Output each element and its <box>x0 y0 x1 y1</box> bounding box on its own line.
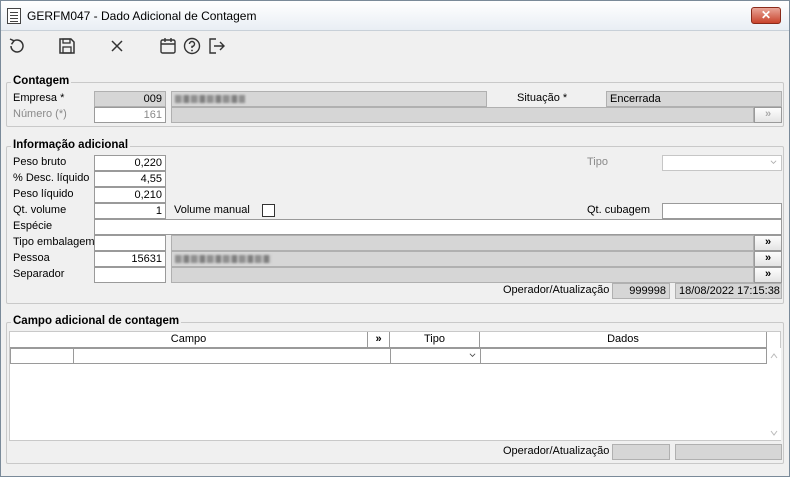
separador-label: Separador <box>13 268 65 280</box>
campo-grid[interactable]: Campo » Tipo Dados <box>9 331 781 441</box>
especie-field[interactable] <box>94 219 782 235</box>
tipo-embalagem-lookup-button[interactable]: » <box>754 235 782 251</box>
grid-row-tipo-select[interactable] <box>390 348 481 364</box>
chevron-down-icon <box>469 353 476 357</box>
grid-header-dados[interactable]: Dados <box>480 332 767 348</box>
qt-cubagem-field[interactable] <box>662 203 782 219</box>
calendar-icon[interactable] <box>158 36 178 56</box>
title-bar: GERFM047 - Dado Adicional de Contagem ✕ <box>1 1 789 31</box>
operador-field: 999998 <box>612 283 670 299</box>
numero-label: Número (*) <box>13 108 67 120</box>
grid-header-lookup-button[interactable]: » <box>368 332 390 348</box>
peso-bruto-field[interactable]: 0,220 <box>94 155 166 171</box>
pessoa-code-field[interactable]: 15631 <box>94 251 166 267</box>
app-icon <box>7 8 21 24</box>
tipo-select[interactable] <box>662 155 782 171</box>
campo-operador-field <box>612 444 670 460</box>
grid-scrollbar[interactable] <box>767 348 781 440</box>
peso-liquido-field[interactable]: 0,210 <box>94 187 166 203</box>
numero-description-field <box>171 107 754 123</box>
pessoa-label: Pessoa <box>13 252 50 264</box>
exit-icon[interactable] <box>207 36 227 56</box>
tipo-embalagem-label: Tipo embalagem <box>13 236 95 248</box>
grid-header-campo[interactable]: Campo <box>10 332 368 348</box>
separador-name-field <box>171 267 754 283</box>
separador-lookup-button[interactable]: » <box>754 267 782 283</box>
contagem-title: Contagem <box>11 75 72 87</box>
volume-manual-checkbox[interactable] <box>262 204 275 217</box>
atualizacao-field: 18/08/2022 17:15:38 <box>675 283 782 299</box>
info-title: Informação adicional <box>11 139 131 151</box>
pessoa-name-field <box>171 251 754 267</box>
desc-liquido-field[interactable]: 4,55 <box>94 171 166 187</box>
desc-liquido-label: % Desc. líquido <box>13 172 90 184</box>
window-title: GERFM047 - Dado Adicional de Contagem <box>27 9 257 23</box>
empresa-code-field[interactable]: 009 <box>94 91 166 107</box>
empresa-label: Empresa * <box>13 92 65 104</box>
qt-cubagem-label: Qt. cubagem <box>587 204 650 216</box>
peso-bruto-label: Peso bruto <box>13 156 67 168</box>
grid-header-tipo[interactable]: Tipo <box>390 332 480 348</box>
help-icon[interactable] <box>182 36 202 56</box>
scroll-down-icon[interactable] <box>770 430 778 436</box>
tipo-label: Tipo <box>587 156 608 168</box>
volume-manual-label: Volume manual <box>174 204 250 216</box>
tipo-embalagem-code-field[interactable] <box>94 235 166 251</box>
qt-volume-field[interactable]: 1 <box>94 203 166 219</box>
numero-field[interactable]: 161 <box>94 107 166 123</box>
close-button[interactable]: ✕ <box>751 7 781 24</box>
peso-liquido-label: Peso líquido <box>13 188 74 200</box>
grid-row-code-cell[interactable] <box>10 348 74 364</box>
chevron-down-icon <box>770 160 777 164</box>
situacao-field: Encerrada <box>606 91 782 107</box>
main-window: GERFM047 - Dado Adicional de Contagem ✕ … <box>0 0 790 477</box>
campo-atualizacao-field <box>675 444 782 460</box>
cancel-icon[interactable] <box>107 36 127 56</box>
scroll-up-icon[interactable] <box>770 353 778 359</box>
tipo-embalagem-description-field <box>171 235 754 251</box>
refresh-icon[interactable] <box>7 36 27 56</box>
campo-title: Campo adicional de contagem <box>11 315 182 327</box>
campo-operador-label: Operador/Atualização <box>503 445 610 457</box>
empresa-name-field <box>171 91 487 107</box>
numero-lookup-button[interactable]: » <box>754 107 782 123</box>
toolbar <box>1 31 789 61</box>
grid-row-dados-cell[interactable] <box>480 348 767 364</box>
separador-code-field[interactable] <box>94 267 166 283</box>
grid-row-campo-cell[interactable] <box>73 348 391 364</box>
especie-label: Espécie <box>13 220 53 232</box>
pessoa-lookup-button[interactable]: » <box>754 251 782 267</box>
save-icon[interactable] <box>57 36 77 56</box>
operador-label: Operador/Atualização <box>503 284 610 296</box>
qt-volume-label: Qt. volume <box>13 204 67 216</box>
situacao-label: Situação * <box>517 92 568 104</box>
